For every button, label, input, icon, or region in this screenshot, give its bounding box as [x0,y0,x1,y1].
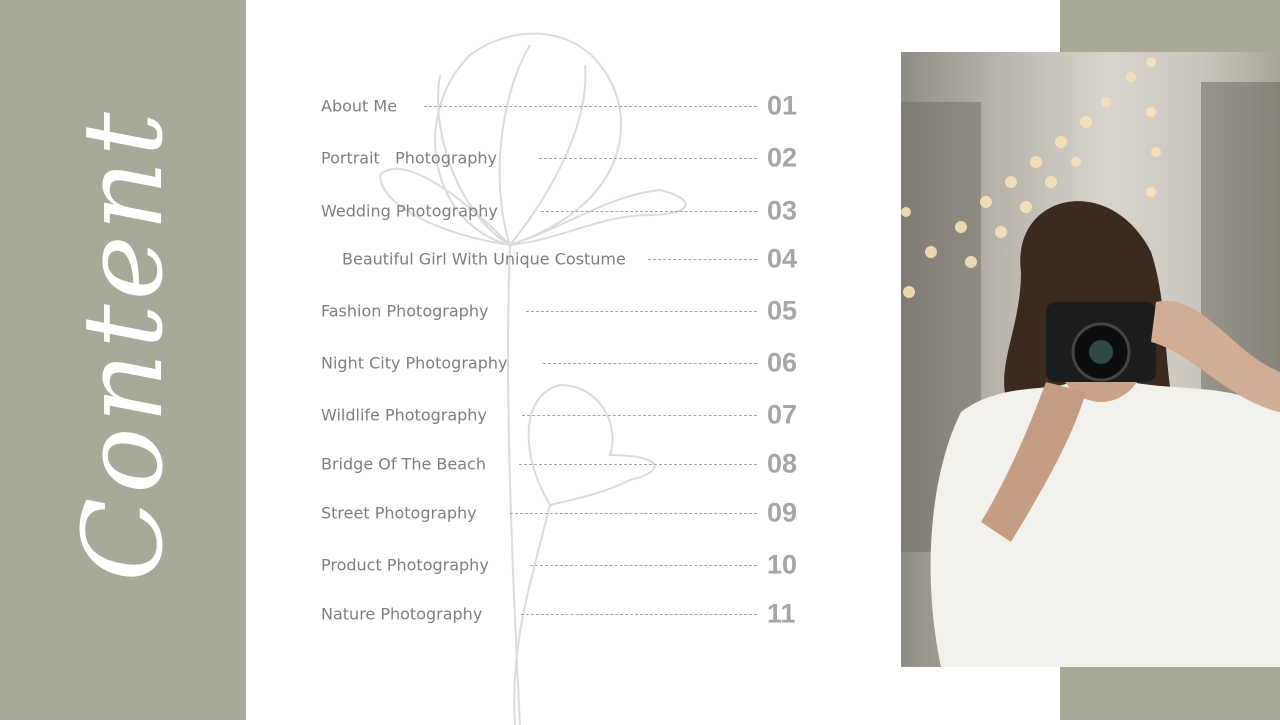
dashed-leader [522,415,757,416]
dashed-leader [530,565,757,566]
item-label: About Me [321,96,398,116]
item-number: 05 [767,295,798,326]
item-number: 03 [767,195,798,226]
item-number: 04 [767,243,798,274]
dashed-leader [539,158,757,159]
item-number: 01 [767,90,798,121]
dashed-leader [648,259,757,260]
dashed-leader [510,513,757,514]
item-label: Street Photography [321,503,477,523]
item-number: 07 [767,399,798,430]
item-number: 02 [767,142,798,173]
item-label: Wedding Photography [321,201,498,221]
dashed-leader [521,614,757,615]
item-label: Beautiful Girl With Unique Costume [342,249,626,269]
item-label: Fashion Photography [321,301,489,321]
item-label: Bridge Of The Beach [321,454,486,474]
photographer-photo [901,52,1280,667]
item-number: 06 [767,347,798,378]
item-number: 09 [767,497,798,528]
item-label: Product Photography [321,555,489,575]
item-number: 08 [767,448,798,479]
item-label: Portrait Photography [321,148,498,168]
item-label: Night City Photography [321,353,508,373]
dashed-leader [526,311,757,312]
dashed-leader [543,363,757,364]
dashed-leader [424,106,757,107]
item-label: Nature Photography [321,604,483,624]
item-number: 11 [767,598,796,629]
dashed-leader [541,211,757,212]
item-label: Wildlife Photography [321,405,487,425]
dashed-leader [519,464,757,465]
photo-illustration [901,57,1280,667]
item-number: 10 [767,549,798,580]
